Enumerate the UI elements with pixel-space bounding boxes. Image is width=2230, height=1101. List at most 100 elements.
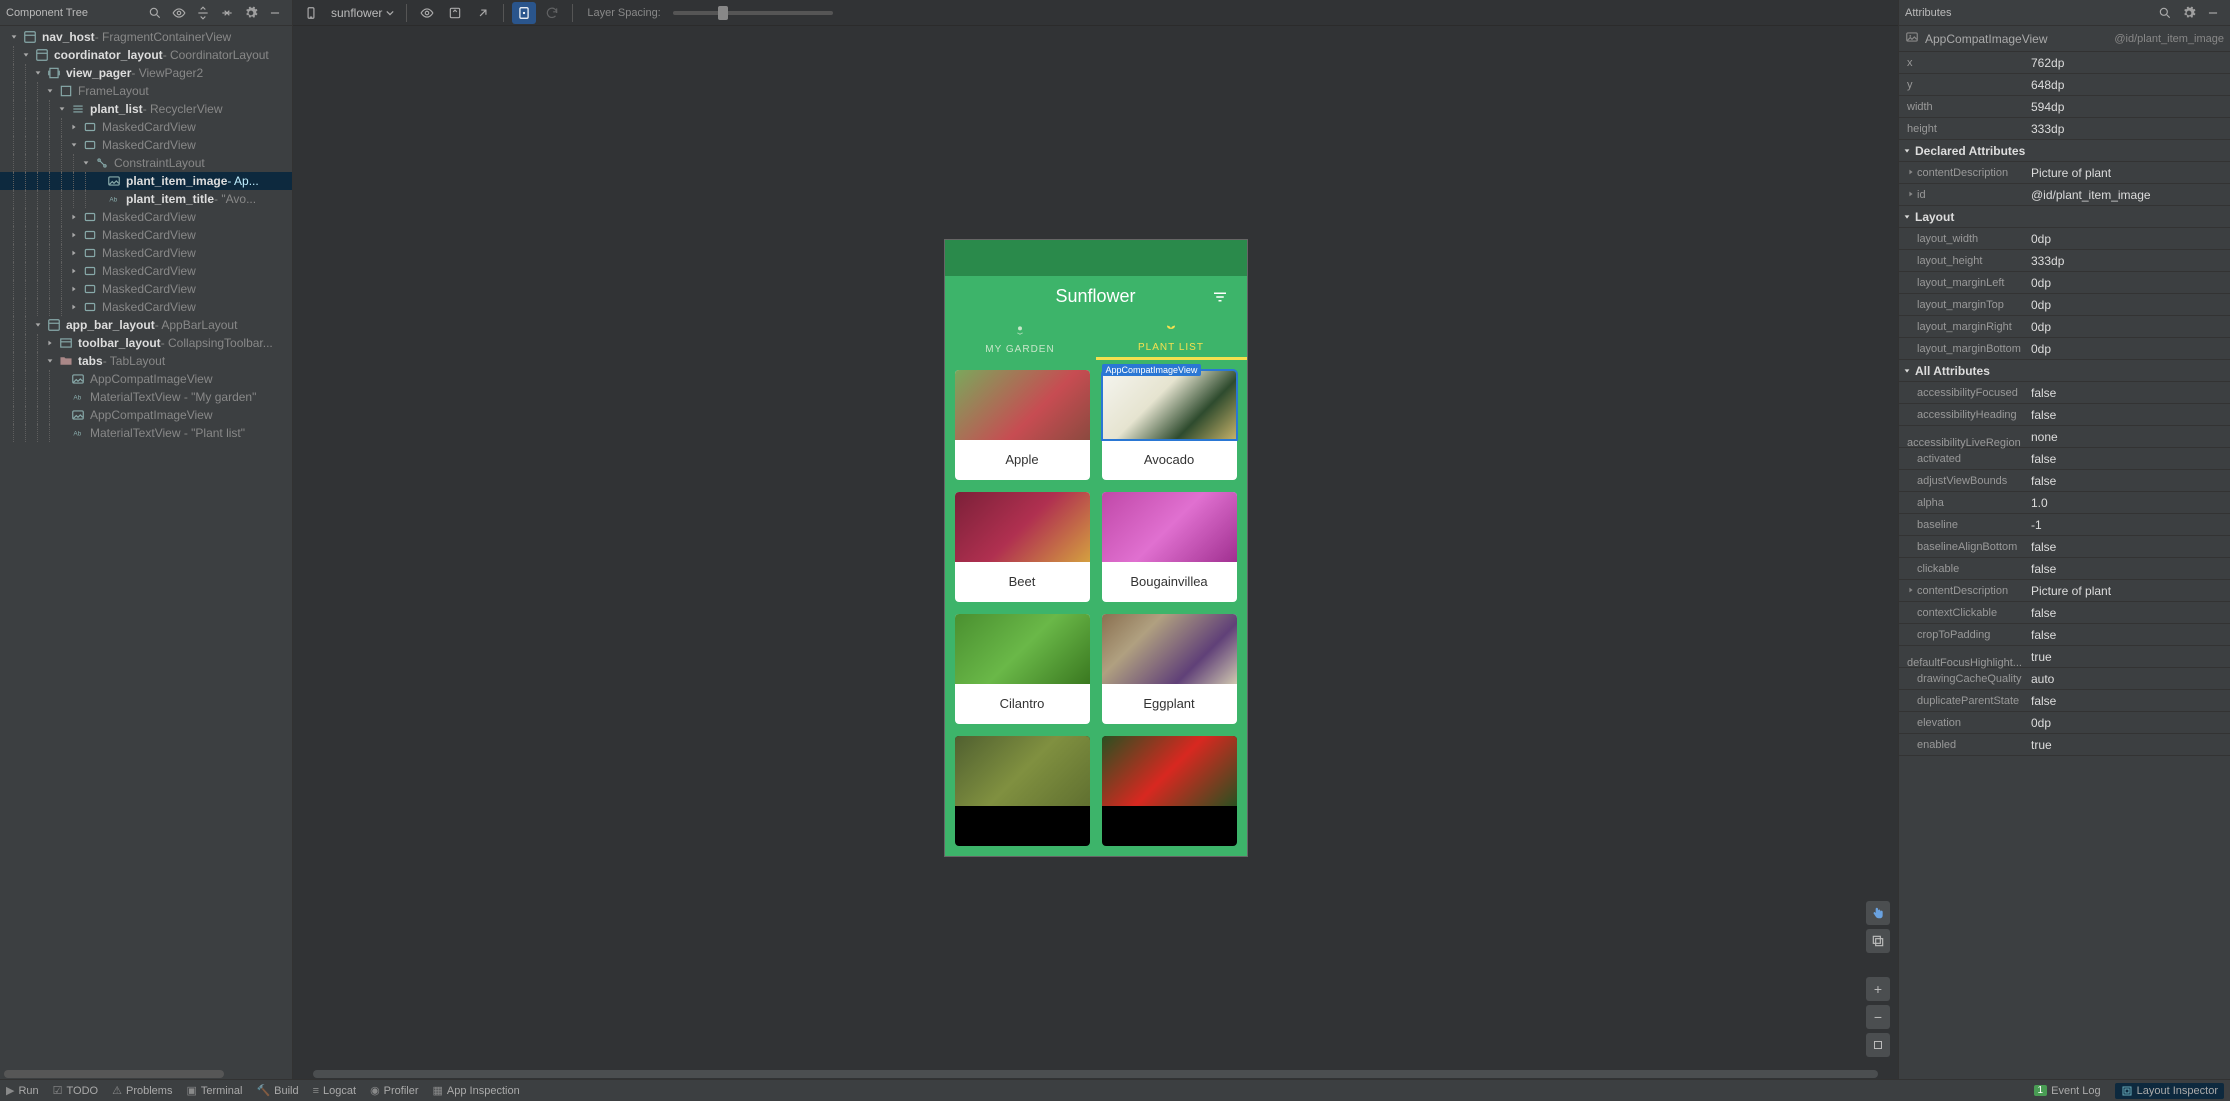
plant-grid[interactable]: AppleAppCompatImageViewAvocadoBeetBougai… [945, 360, 1247, 856]
bottom-app-inspection-button[interactable]: ▦App Inspection [433, 1084, 520, 1097]
tab-my-garden[interactable]: MY GARDEN [945, 318, 1096, 360]
attribute-row[interactable]: layout_marginLeft0dp [1899, 272, 2230, 294]
gear-icon[interactable] [2178, 2, 2200, 24]
attribute-section-header[interactable]: All Attributes [1899, 360, 2230, 382]
tree-toggle-icon[interactable] [68, 211, 80, 223]
tree-toggle-icon[interactable] [44, 355, 56, 367]
tree-toggle-icon[interactable] [68, 247, 80, 259]
tree-node[interactable]: toolbar_layout - CollapsingToolbar... [0, 334, 292, 352]
attribute-row[interactable]: cropToPaddingfalse [1899, 624, 2230, 646]
attribute-row[interactable]: baselineAlignBottomfalse [1899, 536, 2230, 558]
expand-all-icon[interactable] [192, 2, 214, 24]
tree-node[interactable]: coordinator_layout - CoordinatorLayout [0, 46, 292, 64]
bottom-profiler-button[interactable]: ◉Profiler [370, 1084, 418, 1097]
attribute-row[interactable]: drawingCacheQualityauto [1899, 668, 2230, 690]
tree-toggle-icon[interactable] [80, 157, 92, 169]
attribute-row[interactable]: elevation0dp [1899, 712, 2230, 734]
attribute-row[interactable]: layout_marginBottom0dp [1899, 338, 2230, 360]
plant-card[interactable]: Apple [955, 370, 1090, 480]
attribute-row[interactable]: accessibilityLiveRegionnone [1899, 426, 2230, 448]
tree-node[interactable]: tabs - TabLayout [0, 352, 292, 370]
tree-node[interactable]: MaskedCardView [0, 136, 292, 154]
tree-node[interactable]: MaskedCardView [0, 280, 292, 298]
tree-h-scrollbar[interactable] [0, 1069, 292, 1079]
plant-card[interactable] [1102, 736, 1237, 846]
attribute-row[interactable]: contentDescriptionPicture of plant [1899, 580, 2230, 602]
plant-card[interactable] [955, 736, 1090, 846]
attribute-row[interactable]: clickablefalse [1899, 558, 2230, 580]
refresh-icon[interactable] [443, 2, 467, 24]
layers-button[interactable] [1866, 929, 1890, 953]
attribute-row[interactable]: accessibilityFocusedfalse [1899, 382, 2230, 404]
attribute-row[interactable]: layout_marginRight0dp [1899, 316, 2230, 338]
attribute-row[interactable]: id@id/plant_item_image [1899, 184, 2230, 206]
tree-toggle-icon[interactable] [68, 265, 80, 277]
live-updates-toggle[interactable] [512, 2, 536, 24]
tree-node[interactable]: AppCompatImageView [0, 406, 292, 424]
attribute-row[interactable]: layout_height333dp [1899, 250, 2230, 272]
attribute-row[interactable]: alpha1.0 [1899, 492, 2230, 514]
tree-node[interactable]: view_pager - ViewPager2 [0, 64, 292, 82]
plant-card[interactable]: Beet [955, 492, 1090, 602]
viewer-h-scrollbar[interactable] [293, 1069, 1898, 1079]
event-log-button[interactable]: 1 Event Log [2034, 1085, 2101, 1097]
tree-toggle-icon[interactable] [68, 139, 80, 151]
collapse-all-icon[interactable] [216, 2, 238, 24]
attribute-row[interactable]: contextClickablefalse [1899, 602, 2230, 624]
filter-button[interactable] [1205, 282, 1235, 312]
attribute-row[interactable]: enabledtrue [1899, 734, 2230, 756]
attribute-section-header[interactable]: Declared Attributes [1899, 140, 2230, 162]
zoom-out-button[interactable]: − [1866, 1005, 1890, 1029]
tree-toggle-icon[interactable] [8, 31, 20, 43]
tree-node[interactable]: Abplant_item_title - "Avo... [0, 190, 292, 208]
tree-toggle-icon[interactable] [20, 49, 32, 61]
attribute-row[interactable]: height333dp [1899, 118, 2230, 140]
bottom-build-button[interactable]: 🔨Build [256, 1084, 298, 1097]
device-viewport[interactable]: Sunflower MY GARDEN [293, 26, 1898, 1069]
tree-toggle-icon[interactable] [32, 319, 44, 331]
tree-node[interactable]: nav_host - FragmentContainerView [0, 28, 292, 46]
tree-node[interactable]: MaskedCardView [0, 298, 292, 316]
plant-card[interactable]: Bougainvillea [1102, 492, 1237, 602]
reload-icon[interactable] [540, 2, 564, 24]
minimize-icon[interactable] [264, 2, 286, 24]
attribute-row[interactable]: contentDescriptionPicture of plant [1899, 162, 2230, 184]
tree-node[interactable]: AbMaterialTextView - "Plant list" [0, 424, 292, 442]
attribute-row[interactable]: layout_marginTop0dp [1899, 294, 2230, 316]
attribute-row[interactable]: duplicateParentStatefalse [1899, 690, 2230, 712]
attribute-row[interactable]: accessibilityHeadingfalse [1899, 404, 2230, 426]
tree-node[interactable]: AppCompatImageView [0, 370, 292, 388]
attribute-row[interactable]: x762dp [1899, 52, 2230, 74]
plant-card[interactable]: Eggplant [1102, 614, 1237, 724]
tree-node[interactable]: plant_item_image - Ap... [0, 172, 292, 190]
gear-icon[interactable] [240, 2, 262, 24]
tree-toggle-icon[interactable] [32, 67, 44, 79]
search-icon[interactable] [2154, 2, 2176, 24]
attribute-list[interactable]: x762dpy648dpwidth594dpheight333dpDeclare… [1899, 52, 2230, 1079]
tree-node[interactable]: MaskedCardView [0, 208, 292, 226]
device-selector[interactable]: sunflower [327, 4, 398, 22]
export-icon[interactable] [471, 2, 495, 24]
tree-node[interactable]: MaskedCardView [0, 262, 292, 280]
bottom-todo-button[interactable]: ☑TODO [53, 1084, 98, 1097]
tree-toggle-icon[interactable] [68, 283, 80, 295]
layer-spacing-slider[interactable] [673, 11, 833, 15]
layout-inspector-button[interactable]: Layout Inspector [2115, 1083, 2224, 1099]
bottom-terminal-button[interactable]: ▣Terminal [186, 1084, 242, 1097]
tree-node[interactable]: FrameLayout [0, 82, 292, 100]
tree-node[interactable]: plant_list - RecyclerView [0, 100, 292, 118]
tree-toggle-icon[interactable] [68, 229, 80, 241]
plant-card[interactable]: Cilantro [955, 614, 1090, 724]
bottom-problems-button[interactable]: ⚠Problems [112, 1084, 172, 1097]
bottom-run-button[interactable]: ▶Run [6, 1084, 39, 1097]
search-icon[interactable] [144, 2, 166, 24]
tree-node[interactable]: AbMaterialTextView - "My garden" [0, 388, 292, 406]
tree-toggle-icon[interactable] [44, 337, 56, 349]
tree-node[interactable]: MaskedCardView [0, 226, 292, 244]
tree-toggle-icon[interactable] [68, 301, 80, 313]
tab-plant-list[interactable]: PLANT LIST [1096, 318, 1247, 360]
device-icon[interactable] [299, 2, 323, 24]
attribute-row[interactable]: activatedfalse [1899, 448, 2230, 470]
bottom-logcat-button[interactable]: ≡Logcat [313, 1084, 356, 1097]
zoom-fit-button[interactable] [1866, 1033, 1890, 1057]
